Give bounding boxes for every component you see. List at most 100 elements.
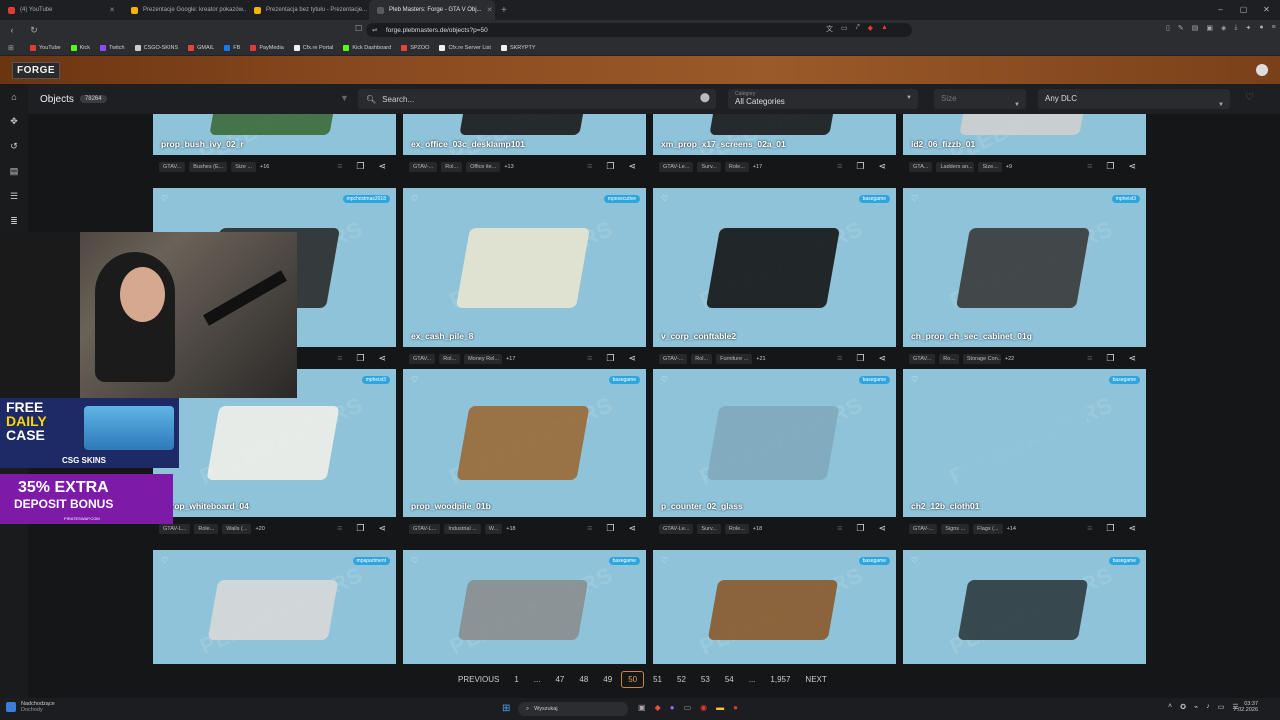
object-name[interactable]: ex_cash_pile_8: [411, 331, 473, 341]
tag-chip[interactable]: Flags (...: [973, 524, 1003, 534]
more-tags-count[interactable]: +22: [1005, 356, 1014, 362]
tag-chip[interactable]: Walls (...: [222, 524, 252, 534]
bookmark-item[interactable]: YouTube: [30, 44, 61, 51]
dlc-select[interactable]: Any DLC ▼: [1038, 89, 1230, 109]
copy-icon[interactable]: ❐: [356, 161, 364, 172]
history-icon[interactable]: ↺: [10, 141, 18, 152]
tag-chip[interactable]: GTAV-...: [409, 162, 438, 172]
favorite-heart-icon[interactable]: ♡: [411, 375, 418, 384]
more-tags-count[interactable]: +21: [756, 356, 765, 362]
share-icon[interactable]: ⋖: [378, 353, 386, 364]
page-button[interactable]: 51: [647, 672, 668, 687]
terminal-app-icon[interactable]: ▭: [684, 703, 692, 712]
tag-chip[interactable]: Industrial ...: [444, 524, 481, 534]
tag-chip[interactable]: Ladders an...: [936, 162, 975, 172]
extensions-icon[interactable]: ✎: [1178, 24, 1184, 32]
share-icon[interactable]: ⋖: [878, 353, 886, 364]
forge-logo[interactable]: FORGE: [12, 61, 61, 79]
tag-chip[interactable]: Role...: [724, 162, 749, 172]
favorite-heart-icon[interactable]: ♡: [411, 194, 418, 203]
copy-icon[interactable]: ❐: [1106, 353, 1114, 364]
network-icon[interactable]: ⌁: [1194, 703, 1198, 711]
search-input[interactable]: 🔍︎ Search... ⬤: [358, 89, 716, 109]
more-tags-count[interactable]: +13: [504, 164, 513, 170]
tag-chip[interactable]: GTA...: [909, 162, 933, 172]
share-icon[interactable]: ⋖: [878, 161, 886, 172]
object-thumbnail[interactable]: PLEBMASTERS♡basegame: [653, 550, 896, 664]
more-tags-count[interactable]: +14: [1007, 526, 1016, 532]
copy-icon[interactable]: ❐: [1106, 523, 1114, 534]
taskbar-search[interactable]: ⌕ Wyszukaj: [518, 702, 628, 716]
tray-chevron-icon[interactable]: ˄: [1168, 703, 1172, 711]
browser-tab[interactable]: Prezentacja bez tytułu - Prezentacje...✕: [246, 0, 369, 20]
tag-chip[interactable]: Bushes (E...: [189, 162, 228, 172]
page-button[interactable]: 47: [549, 672, 570, 687]
favorite-heart-icon[interactable]: ♡: [661, 556, 668, 565]
favorites-heart-icon[interactable]: ♡: [1245, 92, 1254, 103]
copy-icon[interactable]: ❐: [856, 523, 864, 534]
more-tags-count[interactable]: +16: [260, 164, 269, 170]
share-icon[interactable]: ⋖: [628, 523, 636, 534]
tag-chip[interactable]: Surv...: [697, 524, 721, 534]
page-button[interactable]: 1: [508, 672, 524, 687]
tag-chip[interactable]: GTAV...: [409, 354, 436, 364]
object-name[interactable]: p_counter_02_glass: [661, 501, 743, 511]
page-button[interactable]: 1,957: [764, 672, 796, 687]
page-button[interactable]: 53: [695, 672, 716, 687]
object-thumbnail[interactable]: PLEBMASTERS♡basegamech2_12b_cloth01: [903, 369, 1146, 517]
tag-chip[interactable]: W...: [484, 524, 503, 534]
favorite-heart-icon[interactable]: ♡: [411, 556, 418, 565]
more-tags-count[interactable]: +9: [1006, 164, 1012, 170]
page-button[interactable]: 50: [621, 670, 645, 688]
page-button[interactable]: ...: [528, 672, 547, 687]
bookmark-item[interactable]: Kick Dashboard: [343, 44, 391, 51]
share-icon[interactable]: ⋖: [1128, 353, 1136, 364]
object-thumbnail[interactable]: PLEBMASTERS♡mpheist3ch_prop_ch_sec_cabin…: [903, 188, 1146, 347]
tag-chip[interactable]: Rol...: [439, 354, 461, 364]
object-name[interactable]: prop_woodpile_01b: [411, 501, 491, 511]
object-name[interactable]: xm_prop_x17_screens_02a_01: [661, 139, 786, 149]
object-name[interactable]: ex_office_03c_desklamp101: [411, 139, 525, 149]
favorite-heart-icon[interactable]: ♡: [661, 194, 668, 203]
cast-icon[interactable]: ▭: [841, 24, 848, 34]
tag-chip[interactable]: Size...: [978, 162, 1002, 172]
more-tags-count[interactable]: +18: [753, 526, 762, 532]
translate-icon[interactable]: 文: [826, 24, 833, 34]
favorite-heart-icon[interactable]: ♡: [911, 375, 918, 384]
bookmark-item[interactable]: SKRYPTY: [500, 44, 536, 51]
object-thumbnail[interactable]: PLEBMASTERSid2_06_fizzb_01: [903, 114, 1146, 155]
display-icon[interactable]: ▭: [1218, 703, 1225, 711]
user-icon[interactable]: [1256, 64, 1268, 76]
tag-chip[interactable]: Money Rel...: [464, 354, 503, 364]
object-thumbnail[interactable]: PLEBMASTERS♡basegameprop_woodpile_01b: [403, 369, 646, 517]
sidebar-toggle-icon[interactable]: ▯: [1166, 24, 1170, 32]
object-thumbnail[interactable]: PLEBMASTERS♡basegamep_counter_02_glass: [653, 369, 896, 517]
object-thumbnail[interactable]: PLEBMASTERS♡basegame: [403, 550, 646, 664]
discord-app-icon[interactable]: ●: [670, 703, 675, 712]
object-name[interactable]: id2_06_fizzb_01: [911, 139, 975, 149]
tag-chip[interactable]: GTAV-L...: [159, 524, 191, 534]
deposit-bonus-ad[interactable]: 35% EXTRA DEPOSIT BONUS PIRATESWAP.COM: [0, 474, 173, 524]
maximize-icon[interactable]: ▢: [1232, 0, 1255, 20]
bookmark-item[interactable]: GMAIL: [188, 44, 214, 51]
tag-chip[interactable]: Role...: [724, 524, 749, 534]
tray-app-icon[interactable]: ✪: [1180, 703, 1186, 711]
copy-icon[interactable]: ❐: [356, 523, 364, 534]
chrome-app-icon[interactable]: ◉: [700, 703, 707, 712]
stack-icon[interactable]: ≣: [10, 216, 18, 227]
tag-chip[interactable]: Ro...: [939, 354, 959, 364]
windows-start-icon[interactable]: ⊞: [502, 703, 510, 714]
home-icon[interactable]: ⌂: [11, 92, 16, 102]
object-thumbnail[interactable]: PLEBMASTERSex_office_03c_desklamp101: [403, 114, 646, 155]
more-tags-count[interactable]: +20: [255, 526, 264, 532]
explorer-app-icon[interactable]: ▬: [716, 703, 724, 712]
bookmark-icon[interactable]: ☐: [355, 24, 362, 33]
copy-icon[interactable]: ❐: [856, 353, 864, 364]
page-button[interactable]: 49: [597, 672, 618, 687]
copy-icon[interactable]: ❐: [1106, 161, 1114, 172]
favorite-heart-icon[interactable]: ♡: [161, 194, 168, 203]
favorite-heart-icon[interactable]: ♡: [911, 194, 918, 203]
share-icon[interactable]: ⋖: [628, 353, 636, 364]
more-tags-count[interactable]: +17: [753, 164, 762, 170]
share-icon[interactable]: ⤤: [856, 24, 860, 34]
